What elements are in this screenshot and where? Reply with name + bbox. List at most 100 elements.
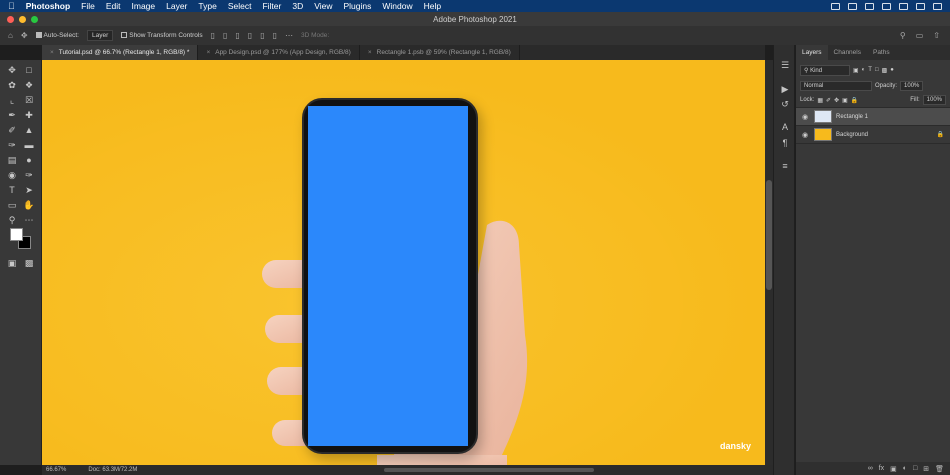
search-icon[interactable]: ⚲ [900,31,906,40]
status-icon-d[interactable] [882,2,891,10]
rectangle-tool-icon[interactable]: ▭ [6,199,18,211]
align-left-icon[interactable]: ▯ [211,31,215,40]
close-tab-icon[interactable]: × [206,49,210,56]
workspace-icon[interactable]: ▭ [916,31,924,40]
horizontal-scrollbar[interactable] [384,468,594,472]
add-mask-icon[interactable]: ▣ [890,465,897,473]
brush-tool-icon[interactable]: ✐ [6,124,18,136]
tab-tutorial[interactable]: × Tutorial.psd @ 66.7% (Rectangle 1, RGB… [42,45,199,60]
menu-filter[interactable]: Filter [262,1,281,11]
tab-channels[interactable]: Channels [828,45,867,60]
battery-icon[interactable] [899,2,908,10]
menu-view[interactable]: View [314,1,332,11]
new-group-icon[interactable]: □ [913,465,917,472]
foreground-color-swatch[interactable] [10,228,23,241]
zoom-tool-icon[interactable]: ⚲ [6,214,18,226]
tab-rectangle[interactable]: × Rectangle 1.psb @ 59% (Rectangle 1, RG… [360,45,520,60]
new-adjustment-icon[interactable]: ◐ [903,465,907,472]
eyedropper-tool-icon[interactable]: ✒ [6,109,18,121]
delete-layer-icon[interactable]: 🗑 [935,465,944,473]
menu-window[interactable]: Window [382,1,412,11]
share-icon[interactable]: ⇧ [933,31,940,40]
close-tab-icon[interactable]: × [50,49,54,56]
history-brush-icon[interactable]: ✑ [6,139,18,151]
lock-all-icon[interactable]: 🔒 [851,97,858,104]
status-icon-a[interactable] [831,2,840,10]
more-options-icon[interactable]: ⋯ [285,31,293,40]
wifi-icon[interactable] [916,2,925,10]
lock-pixels-icon[interactable]: ▦ [817,97,823,104]
layer-row-background[interactable]: ◉ Background 🔒 [796,126,950,144]
move-tool-icon[interactable]: ✥ [21,31,28,40]
quick-select-tool-icon[interactable]: ❖ [23,79,35,91]
character-icon[interactable]: A [779,121,791,133]
align-middle-icon[interactable]: ▯ [260,31,264,40]
menu-3d[interactable]: 3D [292,1,303,11]
lock-brush-icon[interactable]: ✐ [826,97,831,104]
gradient-tool-icon[interactable]: ▤ [6,154,18,166]
new-layer-icon[interactable]: ⊞ [923,465,929,473]
fill-input[interactable]: 100% [922,95,946,105]
status-icon-c[interactable] [865,2,874,10]
menu-image[interactable]: Image [132,1,156,11]
show-transform-checkbox[interactable]: Show Transform Controls [121,32,203,39]
screen-mode-icon[interactable]: ▩ [23,257,35,269]
tab-paths[interactable]: Paths [867,45,896,60]
opacity-input[interactable]: 100% [900,80,924,91]
filter-type-icon[interactable]: T [868,67,872,73]
play-action-icon[interactable]: ▶ [779,83,791,95]
history-icon[interactable]: ↺ [779,98,791,110]
collapse-panels-icon[interactable]: ☰ [779,59,791,71]
status-icon-b[interactable] [848,2,857,10]
menu-edit[interactable]: Edit [106,1,121,11]
lock-position-icon[interactable]: ✥ [834,97,839,104]
menu-plugins[interactable]: Plugins [344,1,372,11]
menu-layer[interactable]: Layer [166,1,187,11]
menu-help[interactable]: Help [424,1,441,11]
stamp-tool-icon[interactable]: ▲ [23,124,35,136]
filter-adjustment-icon[interactable]: ◐ [862,67,866,73]
pen-tool-icon[interactable]: ✑ [23,169,35,181]
layer-filter-dropdown[interactable]: ⚲ Kind [800,64,850,76]
scrollbar-thumb[interactable] [766,180,772,290]
filter-pixel-icon[interactable]: ▣ [853,67,859,74]
lasso-tool-icon[interactable]: ✿ [6,79,18,91]
frame-tool-icon[interactable]: ☒ [23,94,35,106]
path-select-tool-icon[interactable]: ➤ [23,184,35,196]
blur-tool-icon[interactable]: ● [23,154,35,166]
filter-shape-icon[interactable]: □ [875,67,879,73]
link-layers-icon[interactable]: ∞ [868,465,873,472]
document-canvas[interactable]: dansky [42,60,765,465]
eraser-tool-icon[interactable]: ▬ [23,139,35,151]
align-center-icon[interactable]: ▯ [223,31,227,40]
marquee-tool-icon[interactable]: □ [23,64,35,76]
adjustments-icon[interactable]: ≡ [779,160,791,172]
control-center-icon[interactable] [933,2,942,10]
apple-icon[interactable]:  [8,1,15,11]
tab-app-design[interactable]: × App Design.psd @ 177% (App Design, RGB… [198,45,360,60]
menu-app-name[interactable]: Photoshop [26,1,70,11]
move-tool-icon[interactable]: ✥ [6,64,18,76]
auto-select-checkbox[interactable]: Auto-Select: [35,32,79,39]
zoom-level[interactable]: 66.67% [46,467,66,473]
filter-toggle-icon[interactable]: ● [890,67,894,73]
paragraph-icon[interactable]: ¶ [779,137,791,149]
home-icon[interactable]: ⌂ [8,31,13,40]
doc-size[interactable]: Doc: 63.3M/72.2M [88,467,137,473]
visibility-eye-icon[interactable]: ◉ [800,131,810,139]
fx-icon[interactable]: fx [879,465,884,472]
more-tools-icon[interactable]: ⋯ [23,214,35,226]
align-bottom-icon[interactable]: ▯ [273,31,277,40]
layer-row-rectangle[interactable]: ◉ Rectangle 1 [796,108,950,126]
dodge-tool-icon[interactable]: ◉ [6,169,18,181]
menu-type[interactable]: Type [198,1,216,11]
quick-mask-icon[interactable]: ▣ [6,257,18,269]
crop-tool-icon[interactable]: ⌞ [6,94,18,106]
hand-tool-icon[interactable]: ✋ [23,199,35,211]
auto-select-target-dropdown[interactable]: Layer [86,30,114,41]
healing-tool-icon[interactable]: ✚ [23,109,35,121]
type-tool-icon[interactable]: T [6,184,18,196]
blend-mode-dropdown[interactable]: Normal [800,80,872,91]
menu-select[interactable]: Select [228,1,252,11]
filter-smart-icon[interactable]: ▩ [882,67,888,74]
